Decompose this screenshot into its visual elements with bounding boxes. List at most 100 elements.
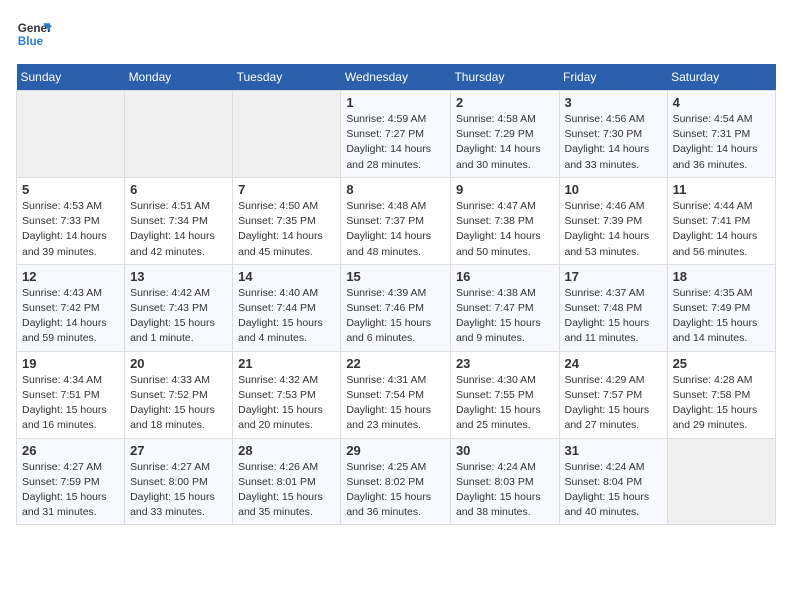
day-number: 9 bbox=[456, 182, 554, 197]
calendar-cell: 23 Sunrise: 4:30 AM Sunset: 7:55 PM Dayli… bbox=[450, 351, 559, 438]
svg-text:Blue: Blue bbox=[18, 35, 44, 48]
day-number: 27 bbox=[130, 443, 227, 458]
day-info: Sunrise: 4:46 AM Sunset: 7:39 PM Dayligh… bbox=[565, 199, 662, 260]
calendar-week-row: 26Sunrise: 4:27 AM Sunset: 7:59 PM Dayli… bbox=[17, 438, 776, 525]
day-info: Sunrise: 4:44 AM Sunset: 7:41 PM Dayligh… bbox=[673, 199, 770, 260]
day-info: Sunrise: 4:28 AM Sunset: 7:58 PM Dayligh… bbox=[673, 373, 770, 434]
calendar-week-row: 5 Sunrise: 4:53 AM Sunset: 7:33 PM Daylig… bbox=[17, 177, 776, 264]
calendar-week-row: 19 Sunrise: 4:34 AM Sunset: 7:51 PM Dayli… bbox=[17, 351, 776, 438]
calendar-cell: 29 Sunrise: 4:25 AM Sunset: 8:02 PM Dayli… bbox=[341, 438, 451, 525]
day-info: Sunrise: 4:39 AM Sunset: 7:46 PM Dayligh… bbox=[346, 286, 445, 347]
day-info: Sunrise: 4:30 AM Sunset: 7:55 PM Dayligh… bbox=[456, 373, 554, 434]
calendar-cell: 12Sunrise: 4:43 AM Sunset: 7:42 PM Dayli… bbox=[17, 264, 125, 351]
day-info: Sunrise: 4:34 AM Sunset: 7:51 PM Dayligh… bbox=[22, 373, 119, 434]
calendar-cell bbox=[125, 91, 233, 178]
calendar-cell: 27 Sunrise: 4:27 AM Sunset: 8:00 PM Dayli… bbox=[125, 438, 233, 525]
day-number: 23 bbox=[456, 356, 554, 371]
calendar-cell: 16 Sunrise: 4:38 AM Sunset: 7:47 PM Dayli… bbox=[450, 264, 559, 351]
logo-icon: General Blue bbox=[16, 16, 52, 52]
day-info: Sunrise: 4:56 AM Sunset: 7:30 PM Dayligh… bbox=[565, 112, 662, 173]
day-number: 26 bbox=[22, 443, 119, 458]
calendar-cell bbox=[667, 438, 775, 525]
day-info: Sunrise: 4:26 AM Sunset: 8:01 PM Dayligh… bbox=[238, 460, 335, 521]
day-number: 1 bbox=[346, 95, 445, 110]
day-number: 17 bbox=[565, 269, 662, 284]
day-number: 3 bbox=[565, 95, 662, 110]
day-info: Sunrise: 4:54 AM Sunset: 7:31 PM Dayligh… bbox=[673, 112, 770, 173]
day-info: Sunrise: 4:37 AM Sunset: 7:48 PM Dayligh… bbox=[565, 286, 662, 347]
calendar-cell bbox=[233, 91, 341, 178]
day-number: 22 bbox=[346, 356, 445, 371]
calendar-cell: 1 Sunrise: 4:59 AM Sunset: 7:27 PM Daylig… bbox=[341, 91, 451, 178]
calendar-cell: 10Sunrise: 4:46 AM Sunset: 7:39 PM Dayli… bbox=[559, 177, 667, 264]
day-info: Sunrise: 4:59 AM Sunset: 7:27 PM Dayligh… bbox=[346, 112, 445, 173]
day-info: Sunrise: 4:35 AM Sunset: 7:49 PM Dayligh… bbox=[673, 286, 770, 347]
calendar-cell: 15Sunrise: 4:39 AM Sunset: 7:46 PM Dayli… bbox=[341, 264, 451, 351]
day-info: Sunrise: 4:53 AM Sunset: 7:33 PM Dayligh… bbox=[22, 199, 119, 260]
day-number: 11 bbox=[673, 182, 770, 197]
day-number: 7 bbox=[238, 182, 335, 197]
day-info: Sunrise: 4:24 AM Sunset: 8:03 PM Dayligh… bbox=[456, 460, 554, 521]
calendar-week-row: 1 Sunrise: 4:59 AM Sunset: 7:27 PM Daylig… bbox=[17, 91, 776, 178]
calendar-cell: 6 Sunrise: 4:51 AM Sunset: 7:34 PM Daylig… bbox=[125, 177, 233, 264]
weekday-header: Wednesday bbox=[341, 64, 451, 91]
day-info: Sunrise: 4:38 AM Sunset: 7:47 PM Dayligh… bbox=[456, 286, 554, 347]
day-number: 16 bbox=[456, 269, 554, 284]
day-number: 5 bbox=[22, 182, 119, 197]
calendar-table: SundayMondayTuesdayWednesdayThursdayFrid… bbox=[16, 64, 776, 525]
weekday-header: Monday bbox=[125, 64, 233, 91]
calendar-cell: 28 Sunrise: 4:26 AM Sunset: 8:01 PM Dayli… bbox=[233, 438, 341, 525]
calendar-cell: 8Sunrise: 4:48 AM Sunset: 7:37 PM Daylig… bbox=[341, 177, 451, 264]
day-number: 18 bbox=[673, 269, 770, 284]
day-number: 13 bbox=[130, 269, 227, 284]
calendar-cell: 9 Sunrise: 4:47 AM Sunset: 7:38 PM Daylig… bbox=[450, 177, 559, 264]
calendar-cell: 21Sunrise: 4:32 AM Sunset: 7:53 PM Dayli… bbox=[233, 351, 341, 438]
calendar-cell bbox=[17, 91, 125, 178]
day-number: 31 bbox=[565, 443, 662, 458]
calendar-cell: 19 Sunrise: 4:34 AM Sunset: 7:51 PM Dayli… bbox=[17, 351, 125, 438]
day-info: Sunrise: 4:27 AM Sunset: 8:00 PM Dayligh… bbox=[130, 460, 227, 521]
calendar-week-row: 12Sunrise: 4:43 AM Sunset: 7:42 PM Dayli… bbox=[17, 264, 776, 351]
day-info: Sunrise: 4:48 AM Sunset: 7:37 PM Dayligh… bbox=[346, 199, 445, 260]
logo: General Blue bbox=[16, 16, 52, 52]
calendar-cell: 17 Sunrise: 4:37 AM Sunset: 7:48 PM Dayli… bbox=[559, 264, 667, 351]
day-number: 21 bbox=[238, 356, 335, 371]
day-number: 4 bbox=[673, 95, 770, 110]
day-info: Sunrise: 4:58 AM Sunset: 7:29 PM Dayligh… bbox=[456, 112, 554, 173]
day-number: 2 bbox=[456, 95, 554, 110]
day-number: 6 bbox=[130, 182, 227, 197]
day-info: Sunrise: 4:25 AM Sunset: 8:02 PM Dayligh… bbox=[346, 460, 445, 521]
weekday-header: Friday bbox=[559, 64, 667, 91]
calendar-cell: 2 Sunrise: 4:58 AM Sunset: 7:29 PM Daylig… bbox=[450, 91, 559, 178]
day-info: Sunrise: 4:51 AM Sunset: 7:34 PM Dayligh… bbox=[130, 199, 227, 260]
day-info: Sunrise: 4:31 AM Sunset: 7:54 PM Dayligh… bbox=[346, 373, 445, 434]
day-number: 28 bbox=[238, 443, 335, 458]
calendar-cell: 14Sunrise: 4:40 AM Sunset: 7:44 PM Dayli… bbox=[233, 264, 341, 351]
calendar-cell: 20 Sunrise: 4:33 AM Sunset: 7:52 PM Dayli… bbox=[125, 351, 233, 438]
day-number: 29 bbox=[346, 443, 445, 458]
weekday-header: Thursday bbox=[450, 64, 559, 91]
day-number: 19 bbox=[22, 356, 119, 371]
day-info: Sunrise: 4:24 AM Sunset: 8:04 PM Dayligh… bbox=[565, 460, 662, 521]
day-info: Sunrise: 4:47 AM Sunset: 7:38 PM Dayligh… bbox=[456, 199, 554, 260]
calendar-cell: 7 Sunrise: 4:50 AM Sunset: 7:35 PM Daylig… bbox=[233, 177, 341, 264]
weekday-header: Tuesday bbox=[233, 64, 341, 91]
calendar-cell: 4 Sunrise: 4:54 AM Sunset: 7:31 PM Daylig… bbox=[667, 91, 775, 178]
calendar-cell: 30Sunrise: 4:24 AM Sunset: 8:03 PM Dayli… bbox=[450, 438, 559, 525]
day-info: Sunrise: 4:42 AM Sunset: 7:43 PM Dayligh… bbox=[130, 286, 227, 347]
calendar-cell: 5 Sunrise: 4:53 AM Sunset: 7:33 PM Daylig… bbox=[17, 177, 125, 264]
calendar-cell: 25 Sunrise: 4:28 AM Sunset: 7:58 PM Dayli… bbox=[667, 351, 775, 438]
day-info: Sunrise: 4:50 AM Sunset: 7:35 PM Dayligh… bbox=[238, 199, 335, 260]
calendar-cell: 24Sunrise: 4:29 AM Sunset: 7:57 PM Dayli… bbox=[559, 351, 667, 438]
day-info: Sunrise: 4:33 AM Sunset: 7:52 PM Dayligh… bbox=[130, 373, 227, 434]
calendar-cell: 13 Sunrise: 4:42 AM Sunset: 7:43 PM Dayli… bbox=[125, 264, 233, 351]
day-info: Sunrise: 4:40 AM Sunset: 7:44 PM Dayligh… bbox=[238, 286, 335, 347]
day-number: 25 bbox=[673, 356, 770, 371]
day-number: 20 bbox=[130, 356, 227, 371]
page-header: General Blue bbox=[16, 16, 776, 52]
weekday-header-row: SundayMondayTuesdayWednesdayThursdayFrid… bbox=[17, 64, 776, 91]
calendar-cell: 31 Sunrise: 4:24 AM Sunset: 8:04 PM Dayli… bbox=[559, 438, 667, 525]
calendar-cell: 11 Sunrise: 4:44 AM Sunset: 7:41 PM Dayli… bbox=[667, 177, 775, 264]
calendar-cell: 22 Sunrise: 4:31 AM Sunset: 7:54 PM Dayli… bbox=[341, 351, 451, 438]
day-number: 24 bbox=[565, 356, 662, 371]
